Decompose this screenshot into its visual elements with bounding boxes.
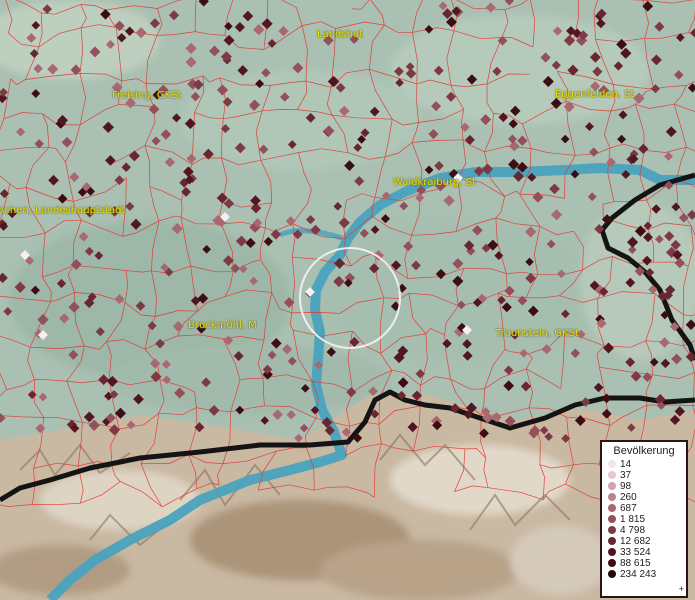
legend-label: 260	[620, 492, 637, 503]
legend-item: 33 524	[608, 547, 686, 558]
legend-label: 98	[620, 481, 632, 492]
legend-title: Bevölkerung	[613, 445, 675, 457]
legend-overflow-mark: +	[678, 584, 684, 594]
legend-list: 14 37 98 260 687 1 815 4 798 12 682 33 5…	[602, 459, 686, 580]
legend-item: 234 243	[608, 569, 686, 580]
legend-label: 4 798	[620, 525, 646, 536]
legend-item: 37	[608, 470, 686, 481]
legend-item: 260	[608, 492, 686, 503]
legend-label: 687	[620, 503, 637, 514]
legend-item: 687	[608, 503, 686, 514]
population-legend: Bevölkerung 14 37 98 260 687 1 815 4 798…	[600, 440, 688, 598]
legend-item: 4 798	[608, 525, 686, 536]
legend-swatch	[608, 570, 616, 578]
legend-item: 1 815	[608, 514, 686, 525]
legend-label: 37	[620, 470, 632, 481]
legend-swatch	[608, 460, 616, 468]
legend-label: 88 615	[620, 558, 651, 569]
legend-swatch	[608, 504, 616, 512]
legend-label: 234 243	[620, 569, 657, 580]
legend-label: 1 815	[620, 514, 646, 525]
legend-swatch	[608, 515, 616, 523]
legend-label: 12 682	[620, 536, 651, 547]
legend-swatch	[608, 493, 616, 501]
legend-swatch	[608, 548, 616, 556]
legend-swatch	[608, 471, 616, 479]
legend-item: 14	[608, 459, 686, 470]
legend-swatch	[608, 559, 616, 567]
legend-label: 33 524	[620, 547, 651, 558]
legend-swatch	[608, 526, 616, 534]
legend-swatch	[608, 537, 616, 545]
legend-swatch	[608, 482, 616, 490]
map-canvas[interactable]	[0, 0, 695, 600]
legend-label: 14	[620, 459, 632, 470]
legend-item: 98	[608, 481, 686, 492]
legend-item: 88 615	[608, 558, 686, 569]
legend-item: 12 682	[608, 536, 686, 547]
